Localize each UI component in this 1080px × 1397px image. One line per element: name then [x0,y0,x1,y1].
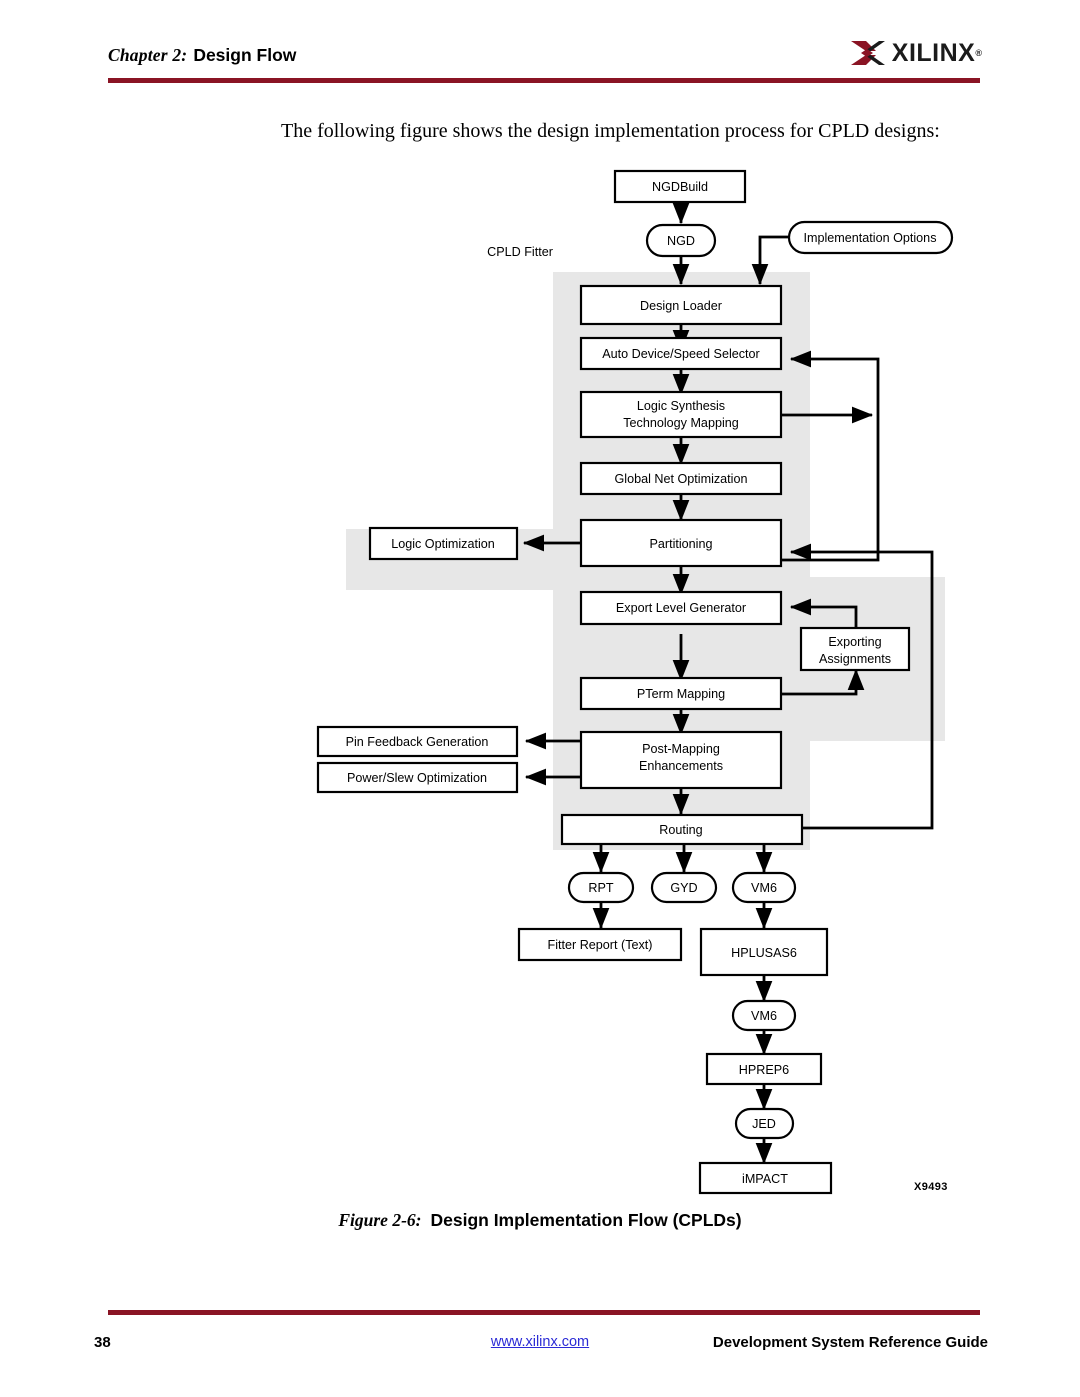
node-ngdbuild[interactable]: NGDBuild [613,169,747,204]
node-ngdbuild-label: NGDBuild [652,180,708,194]
node-impact[interactable]: iMPACT [698,1161,833,1195]
node-rpt-label: RPT [588,881,613,895]
flowchart-svg: CPLD Fitter NGDBuild NGD Implementation … [316,169,954,1195]
node-pterm-mapping[interactable]: PTerm Mapping [579,676,783,711]
node-jed-label: JED [752,1117,776,1131]
node-logic-synthesis-label2: Technology Mapping [623,416,739,430]
node-vm6-bottom-label: VM6 [751,1009,777,1023]
node-post-mapping-enhancements[interactable]: Post-Mapping Enhancements [579,730,783,790]
node-routing[interactable]: Routing [560,813,804,846]
intro-paragraph: The following figure shows the design im… [281,120,940,142]
node-vm6-bottom[interactable]: VM6 [731,999,797,1032]
node-fitter-report[interactable]: Fitter Report (Text) [517,927,683,962]
node-routing-label: Routing [659,823,702,837]
node-ngd[interactable]: NGD [645,223,717,258]
node-exporting-assignments[interactable]: Exporting Assignments [799,626,911,672]
node-hplusas6[interactable]: HPLUSAS6 [699,927,829,977]
node-auto-device-speed-selector-label: Auto Device/Speed Selector [602,347,760,361]
node-logic-synthesis-label: Logic Synthesis [637,399,725,413]
node-pin-feedback-generation[interactable]: Pin Feedback Generation [316,725,519,758]
node-exporting-assignments-label2: Assignments [819,652,891,666]
figure-caption: Figure 2-6: Design Implementation Flow (C… [0,1210,1080,1231]
node-exporting-assignments-label: Exporting [828,635,881,649]
node-implementation-options-label: Implementation Options [803,231,936,245]
node-vm6-top-label: VM6 [751,881,777,895]
node-post-mapping-label2: Enhancements [639,759,723,773]
node-implementation-options[interactable]: Implementation Options [787,220,954,255]
node-auto-device-speed-selector[interactable]: Auto Device/Speed Selector [579,336,783,371]
node-design-loader[interactable]: Design Loader [579,284,783,326]
node-partitioning[interactable]: Partitioning [579,518,783,568]
chapter-label: Chapter 2: [108,45,188,65]
node-vm6-top[interactable]: VM6 [731,871,797,904]
node-impact-label: iMPACT [742,1172,788,1186]
node-logic-synthesis[interactable]: Logic Synthesis Technology Mapping [579,390,783,439]
node-gyd-label: GYD [670,881,697,895]
node-global-net-optimization-label: Global Net Optimization [615,472,748,486]
node-power-slew-optimization-label: Power/Slew Optimization [347,771,487,785]
node-ngd-label: NGD [667,234,695,248]
node-hprep6[interactable]: HPREP6 [705,1052,823,1086]
node-design-loader-label: Design Loader [640,299,722,313]
node-logic-optimization-label: Logic Optimization [391,537,495,551]
breadcrumb: Chapter 2: Design Flow [108,45,296,66]
node-logic-optimization[interactable]: Logic Optimization [368,526,519,561]
footer-guide-title: Development System Reference Guide [712,1334,988,1351]
header-divider [108,78,980,83]
xilinx-wordmark: XILINX [891,38,976,67]
node-pterm-mapping-label: PTerm Mapping [637,687,725,701]
node-gyd[interactable]: GYD [650,871,718,904]
node-rpt[interactable]: RPT [567,871,635,904]
node-fitter-report-label: Fitter Report (Text) [548,938,653,952]
figure-caption-title: Design Implementation Flow (CPLDs) [430,1210,742,1230]
xilinx-logo: XILINX ® [849,36,982,70]
cpld-fitter-label: CPLD Fitter [487,245,553,259]
registered-icon: ® [975,48,982,58]
node-pin-feedback-generation-label: Pin Feedback Generation [346,735,489,749]
node-partitioning-label: Partitioning [649,537,712,551]
node-export-level-generator-label: Export Level Generator [616,601,746,615]
node-export-level-generator[interactable]: Export Level Generator [579,590,783,626]
node-hplusas6-label: HPLUSAS6 [731,946,797,960]
node-post-mapping-label: Post-Mapping [642,742,720,756]
xilinx-mark-icon [850,41,885,65]
footer-divider [108,1310,980,1315]
figure-id-label: X9493 [914,1181,948,1193]
node-jed[interactable]: JED [734,1107,795,1140]
figure-caption-label: Figure 2-6: [338,1210,422,1230]
node-hprep6-label: HPREP6 [739,1063,789,1077]
figure-design-implementation-flow: CPLD Fitter NGDBuild NGD Implementation … [0,160,1080,1220]
chapter-title: Design Flow [193,45,297,65]
node-global-net-optimization[interactable]: Global Net Optimization [579,461,783,496]
page-header: Chapter 2: Design Flow XILINX ® [0,0,1080,92]
node-power-slew-optimization[interactable]: Power/Slew Optimization [316,761,519,794]
